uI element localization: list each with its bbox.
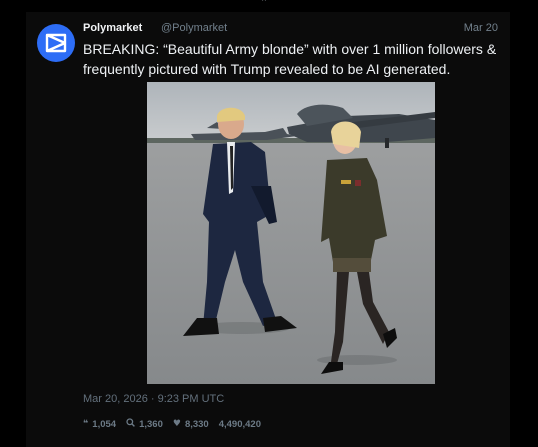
views-stat[interactable]: 4,490,420 [219, 419, 261, 430]
views-count: 4,490,420 [218, 418, 261, 430]
quote-icon: ❝ [83, 419, 89, 429]
replies-count: 1,054 [92, 418, 117, 430]
avatar[interactable] [37, 24, 75, 62]
author-name[interactable]: Polymarket [83, 22, 142, 34]
search-icon [126, 418, 135, 430]
tweet-timestamp[interactable]: Mar 20, 2026 · 9:23 PM UTC [83, 393, 224, 405]
heart-icon: ♥ [172, 419, 181, 429]
author-handle[interactable]: @Polymarket [161, 22, 227, 34]
tweet-stats: ❝ 1,054 1,360 ♥ 8,330 4,490,420 [83, 417, 271, 431]
page: ⌃ Polymarket @Polymarket Mar 20 BREAKING… [0, 0, 538, 447]
photo-illustration [147, 82, 435, 384]
tweet-date[interactable]: Mar 20 [464, 22, 498, 34]
searches-count: 1,360 [139, 418, 163, 430]
replies-stat[interactable]: ❝ 1,054 [83, 419, 116, 430]
polymarket-logo-icon [45, 33, 67, 53]
tweet-text: BREAKING: “Beautiful Army blonde” with o… [83, 41, 497, 77]
chevron-icon[interactable]: ⌃ [255, 0, 273, 8]
tweet-photo[interactable] [147, 82, 435, 384]
likes-stat[interactable]: ♥ 8,330 [173, 419, 209, 430]
searches-stat[interactable]: 1,360 [126, 418, 163, 430]
likes-count: 8,330 [184, 418, 209, 430]
